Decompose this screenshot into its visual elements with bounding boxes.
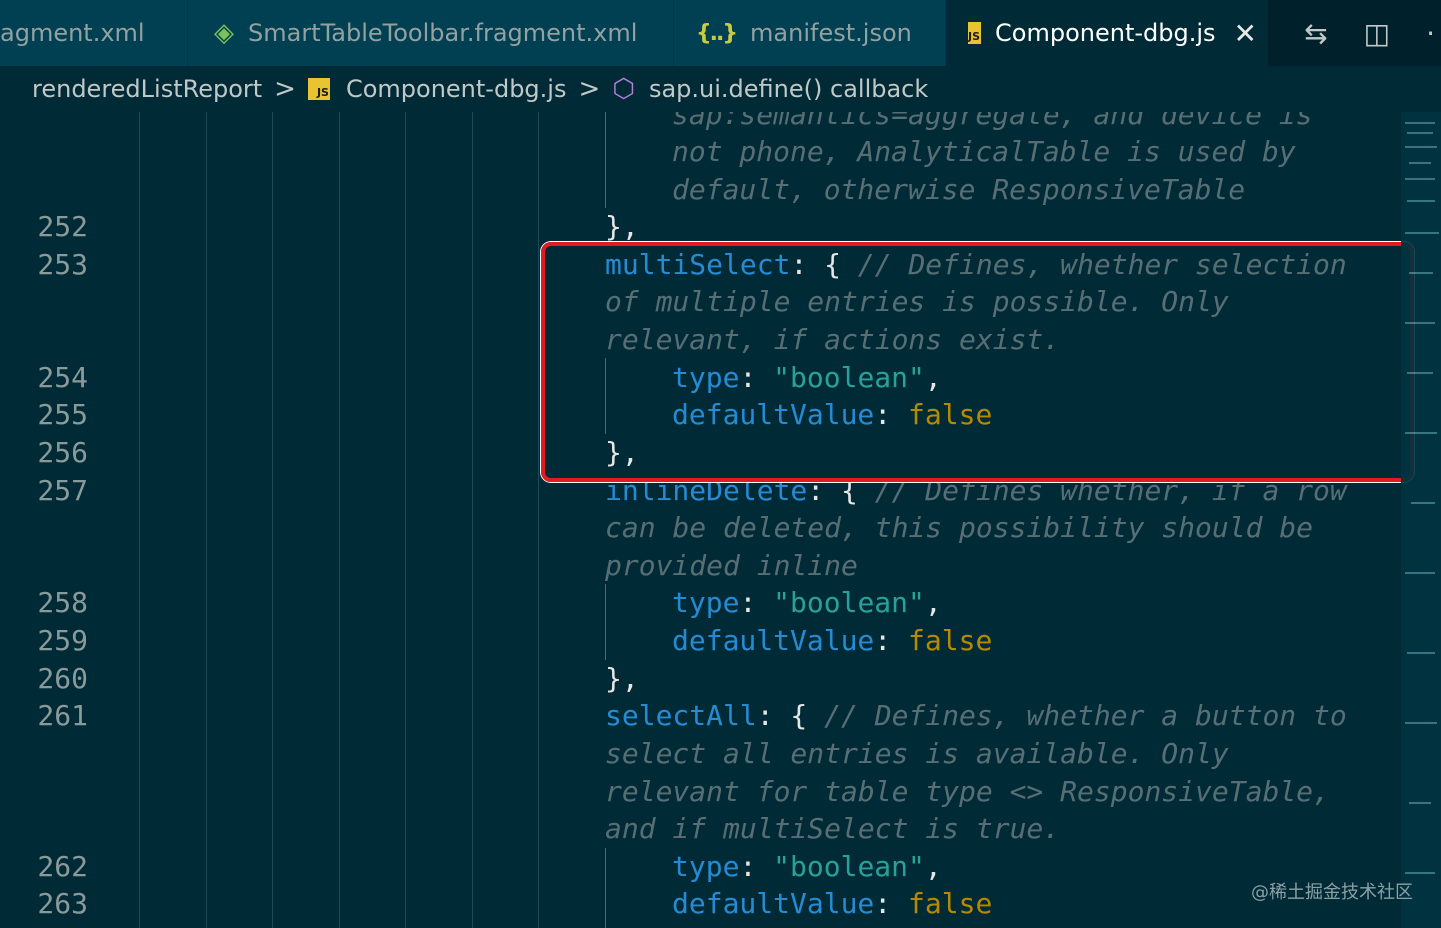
punctuation: , — [924, 850, 942, 883]
comment-text: relevant for table type <> ResponsiveTab… — [605, 775, 1330, 808]
code-line: can be deleted, this possibility should … — [605, 509, 1313, 547]
minimap[interactable] — [1401, 112, 1441, 928]
line-number: 262 — [37, 850, 88, 883]
cube-symbol-icon: ⬡ — [612, 74, 635, 104]
code-line: }, — [605, 208, 639, 246]
punctuation: : — [739, 586, 774, 619]
line-number: 258 — [37, 586, 88, 619]
comment-text: select all entries is available. Only — [605, 737, 1229, 770]
comment-text: // Defines, whether a button to — [824, 699, 1347, 732]
punctuation: : — [874, 887, 909, 920]
property-key: type — [672, 850, 740, 883]
line-number: 255 — [37, 398, 88, 431]
line-number: 257 — [37, 474, 88, 507]
punctuation: , — [924, 586, 942, 619]
comment-text: not phone, AnalyticalTable is used by — [672, 135, 1296, 168]
code-line: not phone, AnalyticalTable is used by — [672, 133, 1296, 171]
punctuation: : — [739, 850, 774, 883]
split-editor-icon[interactable]: ◫ — [1364, 17, 1390, 50]
highlight-annotation-box — [541, 242, 1414, 482]
code-line: select all entries is available. Only — [605, 735, 1229, 773]
indent-guide — [272, 112, 273, 928]
property-key: selectAll — [605, 699, 757, 732]
chevron-right-icon: > — [274, 74, 296, 104]
code-line: type: "boolean", — [672, 848, 942, 886]
punctuation: }, — [605, 210, 639, 243]
line-number: 259 — [37, 624, 88, 657]
code-line: sap:semantics=aggregate, and device is — [672, 112, 1313, 134]
property-key: type — [672, 586, 740, 619]
boolean-value: false — [908, 887, 993, 920]
compare-changes-icon[interactable]: ⇆ — [1304, 17, 1327, 50]
breadcrumb-symbol[interactable]: sap.ui.define() callback — [649, 75, 928, 103]
editor-actions: ⇆ ◫ · — [1284, 0, 1441, 66]
comment-text: can be deleted, this possibility should … — [605, 511, 1314, 544]
code-line: provided inline — [605, 547, 858, 585]
line-number: 254 — [37, 361, 88, 394]
line-number: 261 — [37, 699, 88, 732]
code-line: relevant for table type <> ResponsiveTab… — [605, 773, 1330, 811]
json-file-icon: {..} — [696, 20, 738, 46]
tab-component-dbg-js[interactable]: JS Component-dbg.js ✕ — [946, 0, 1268, 66]
watermark: @稀土掘金技术社区 — [1251, 882, 1413, 903]
code-editor[interactable]: 252 253 254 255 256 257 258 259 260 261 … — [0, 112, 1441, 928]
tab-manifest-json[interactable]: {..} manifest.json — [674, 0, 946, 66]
comment-text: and if multiSelect is true. — [605, 812, 1061, 845]
comment-text: sap:semantics=aggregate, and device is — [672, 112, 1313, 131]
comment-text: default, otherwise ResponsiveTable — [672, 173, 1246, 206]
line-number: 253 — [37, 248, 88, 281]
tab-fragment-xml[interactable]: agment.xml — [0, 0, 188, 66]
line-number-gutter: 252 253 254 255 256 257 258 259 260 261 … — [0, 112, 110, 928]
code-line: defaultValue: false — [672, 622, 992, 660]
string-value: "boolean" — [773, 586, 925, 619]
code-line: selectAll: { // Defines, whether a butto… — [605, 697, 1347, 735]
punctuation: : — [874, 624, 909, 657]
boolean-value: false — [908, 624, 993, 657]
indent-guide — [538, 112, 539, 928]
code-line: }, — [605, 660, 639, 698]
breadcrumb: renderedListReport > JS Component-dbg.js… — [0, 66, 1441, 112]
property-key: defaultValue — [672, 887, 875, 920]
line-number: 263 — [37, 887, 88, 920]
code-line: type: "boolean", — [672, 584, 942, 622]
chevron-right-icon: > — [578, 74, 601, 104]
property-key: defaultValue — [672, 624, 875, 657]
indent-guide — [339, 112, 340, 928]
js-file-icon: JS — [307, 78, 330, 100]
breadcrumb-file[interactable]: Component-dbg.js — [346, 75, 567, 103]
indent-guide — [605, 584, 606, 660]
more-actions-icon[interactable]: · — [1426, 17, 1435, 50]
js-file-icon: JS — [968, 22, 982, 44]
comment-text: provided inline — [605, 549, 858, 582]
tab-label: agment.xml — [0, 19, 145, 47]
tab-smarttabletoolbar[interactable]: ◈ SmartTableToolbar.fragment.xml — [188, 0, 674, 66]
close-icon[interactable]: ✕ — [1234, 17, 1257, 50]
xml-file-icon: ◈ — [214, 18, 234, 48]
tab-label: Component-dbg.js — [995, 19, 1216, 47]
punctuation: : { — [756, 699, 825, 732]
line-number: 252 — [37, 210, 88, 243]
indent-guide — [605, 848, 606, 928]
indent-guide — [472, 112, 473, 928]
breadcrumb-folder[interactable]: renderedListReport — [32, 75, 262, 103]
string-value: "boolean" — [773, 850, 925, 883]
line-number: 256 — [37, 436, 88, 469]
line-number: 260 — [37, 662, 88, 695]
tab-label: SmartTableToolbar.fragment.xml — [248, 19, 638, 47]
punctuation: }, — [605, 662, 639, 695]
code-line: default, otherwise ResponsiveTable — [672, 171, 1245, 209]
code-line: and if multiSelect is true. — [605, 810, 1060, 848]
indent-guide — [605, 112, 606, 208]
tab-label: manifest.json — [750, 19, 912, 47]
indent-guide — [206, 112, 207, 928]
indent-guide — [405, 112, 406, 928]
indent-guide — [139, 112, 140, 928]
tab-bar: agment.xml ◈ SmartTableToolbar.fragment.… — [0, 0, 1441, 66]
code-line: defaultValue: false — [672, 885, 992, 923]
